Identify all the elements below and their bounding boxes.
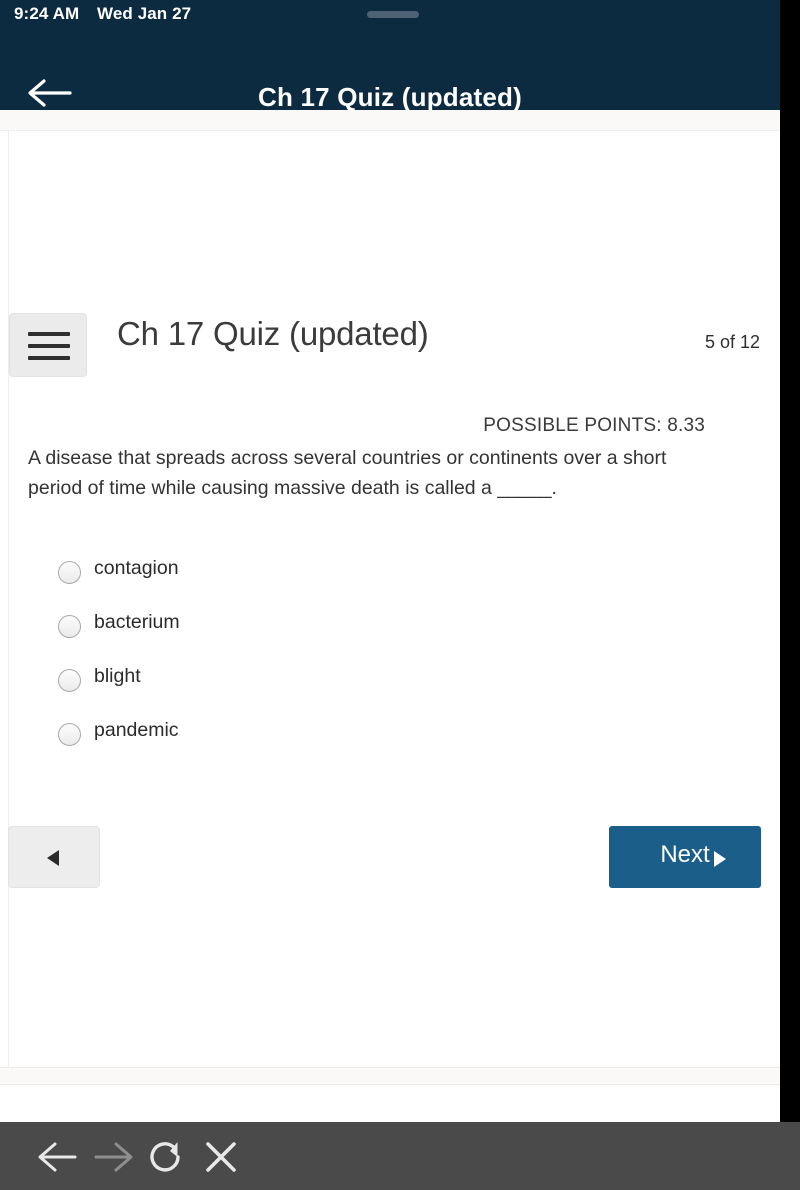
forward-icon[interactable] bbox=[92, 1140, 136, 1174]
question-progress-counter: 5 of 12 bbox=[704, 332, 760, 352]
status-bar: 9:24 AM Wed Jan 27 bbox=[0, 0, 780, 30]
answer-options-list: contagion bacterium blight pandemic bbox=[58, 550, 658, 766]
reload-icon[interactable] bbox=[146, 1140, 190, 1174]
quiz-title: Ch 17 Quiz (updated) bbox=[117, 315, 429, 352]
next-question-button[interactable]: Next bbox=[609, 826, 761, 888]
answer-option-label: contagion bbox=[94, 557, 179, 579]
hamburger-menu-button[interactable] bbox=[9, 313, 87, 377]
answer-option-label: pandemic bbox=[94, 719, 179, 741]
drag-handle-icon[interactable] bbox=[367, 11, 419, 18]
question-text: A disease that spreads across several co… bbox=[28, 447, 667, 499]
browser-toolbar bbox=[0, 1122, 800, 1190]
page-scrollbar[interactable] bbox=[780, 110, 800, 1122]
answer-option[interactable]: pandemic bbox=[58, 712, 658, 766]
triangle-left-icon bbox=[47, 850, 59, 866]
screen: 9:24 AM Wed Jan 27 Ch 17 Quiz (updated) … bbox=[0, 0, 800, 1190]
hamburger-menu-icon bbox=[28, 332, 70, 336]
page-bottom-strip bbox=[0, 1067, 780, 1085]
page-top-strip bbox=[0, 110, 780, 131]
hamburger-menu-icon bbox=[28, 356, 70, 360]
app-bar-title: Ch 17 Quiz (updated) bbox=[258, 82, 522, 112]
close-icon[interactable] bbox=[200, 1140, 244, 1174]
status-bar-time: 9:24 AM bbox=[14, 4, 80, 23]
next-button-label: Next bbox=[660, 841, 710, 868]
possible-points-label: POSSIBLE POINTS: 8.33 bbox=[483, 415, 705, 436]
radio-button-icon[interactable] bbox=[58, 561, 81, 584]
status-bar-date: Wed Jan 27 bbox=[97, 4, 192, 23]
radio-button-icon[interactable] bbox=[58, 615, 81, 638]
radio-button-icon[interactable] bbox=[58, 723, 81, 746]
hamburger-menu-icon bbox=[28, 344, 70, 348]
back-icon[interactable] bbox=[35, 1140, 79, 1174]
radio-button-icon[interactable] bbox=[58, 669, 81, 692]
app-bar: Ch 17 Quiz (updated) bbox=[0, 30, 780, 112]
answer-option[interactable]: blight bbox=[58, 658, 658, 712]
triangle-right-icon bbox=[714, 851, 726, 867]
previous-question-button[interactable] bbox=[8, 826, 100, 888]
answer-option-label: bacterium bbox=[94, 611, 180, 633]
answer-option[interactable]: bacterium bbox=[58, 604, 658, 658]
answer-option-label: blight bbox=[94, 665, 141, 687]
answer-option[interactable]: contagion bbox=[58, 550, 658, 604]
quiz-page: Ch 17 Quiz (updated) 5 of 12 POSSIBLE PO… bbox=[0, 110, 780, 1122]
